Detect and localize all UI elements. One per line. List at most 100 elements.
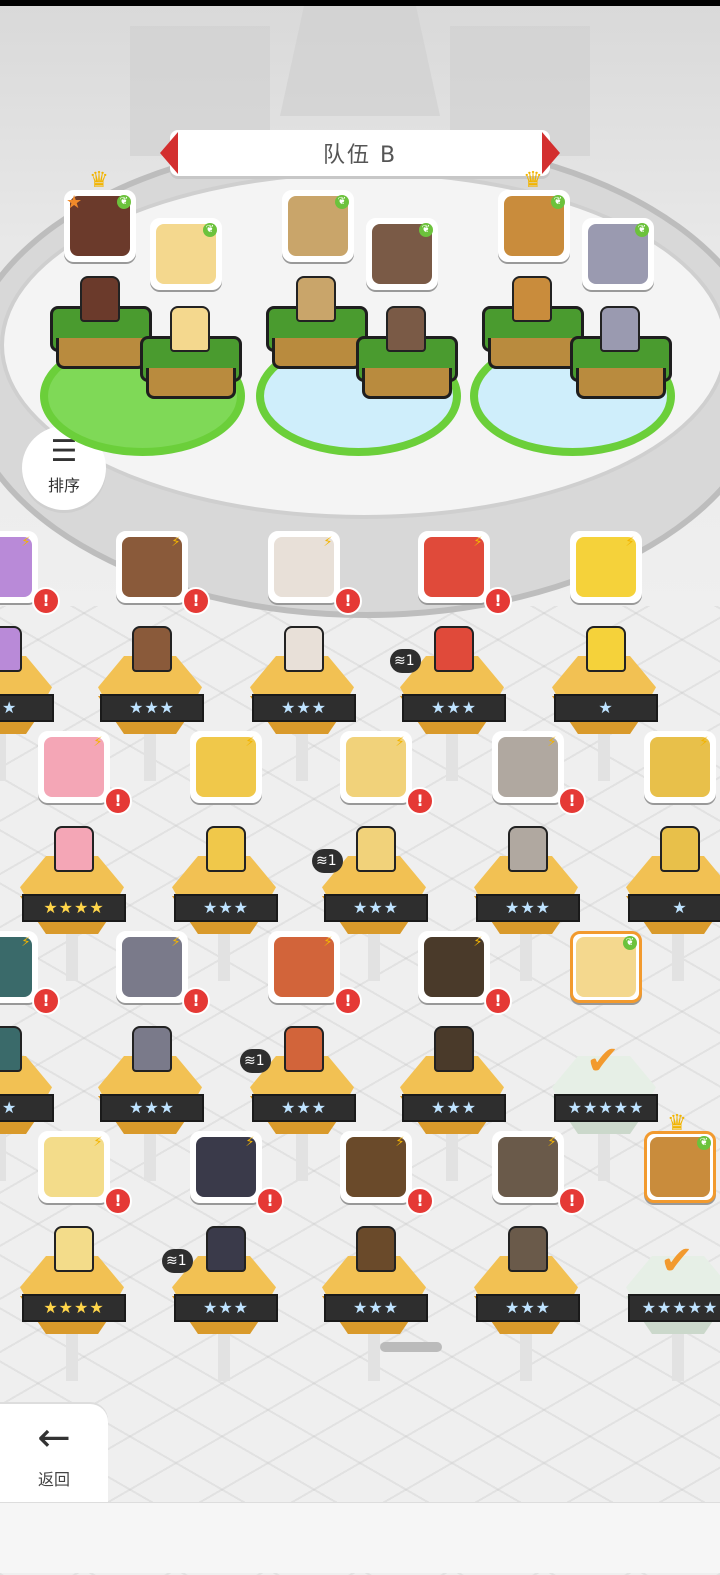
- hero-portrait[interactable]: ⚡: [116, 531, 188, 603]
- hero-portrait[interactable]: ⚡: [38, 1131, 110, 1203]
- star-rating: ★★: [0, 1094, 54, 1122]
- hero-portrait[interactable]: ⚡: [38, 731, 110, 803]
- hero-portrait[interactable]: ⚡: [570, 531, 642, 603]
- team-hero-portrait[interactable]: ❦: [282, 190, 354, 262]
- crown-icon: ♛: [523, 168, 543, 193]
- hero-portrait[interactable]: ⚡: [492, 1131, 564, 1203]
- hero-sprite: [80, 276, 120, 322]
- lightning-element-icon: ⚡: [473, 535, 483, 550]
- hero-portrait[interactable]: ⚡: [268, 531, 340, 603]
- hero-pedestal[interactable]: ★★★: [322, 1226, 428, 1334]
- hero-pedestal[interactable]: ★★: [0, 626, 54, 734]
- favorite-star-icon: ★: [66, 192, 83, 213]
- hero-pedestal[interactable]: ★★★: [400, 1026, 506, 1134]
- hero-portrait[interactable]: ⚡: [268, 931, 340, 1003]
- lightning-element-icon: ⚡: [625, 535, 635, 550]
- star-rating: ★★★: [324, 1294, 428, 1322]
- star-rating: ★★★★: [22, 1294, 126, 1322]
- crown-icon: ♛: [89, 168, 109, 193]
- pedestal-side: [56, 338, 146, 369]
- hero-portrait[interactable]: ⚡: [644, 731, 716, 803]
- hero-portrait[interactable]: ⚡: [340, 1131, 412, 1203]
- hero-sprite: [356, 1226, 396, 1272]
- sort-label: 排序: [47, 476, 80, 495]
- lightning-element-icon: ⚡: [171, 935, 181, 950]
- alert-badge-icon: !: [334, 587, 362, 615]
- arena-tower: [280, 6, 440, 116]
- next-team-arrow[interactable]: [542, 132, 560, 174]
- hero-portrait[interactable]: ⚡: [0, 531, 38, 603]
- team-pedestal: [140, 306, 242, 399]
- hero-portrait[interactable]: ⚡: [116, 931, 188, 1003]
- hero-portrait[interactable]: ❦: [644, 1131, 716, 1203]
- hero-pedestal[interactable]: ★★★: [474, 826, 580, 934]
- hero-pedestal[interactable]: ★★★: [98, 1026, 204, 1134]
- lightning-element-icon: ⚡: [547, 735, 557, 750]
- hero-pedestal[interactable]: ★: [552, 626, 658, 734]
- team-pedestal: [570, 306, 672, 399]
- hero-portrait[interactable]: ⚡: [418, 531, 490, 603]
- lightning-element-icon: ⚡: [323, 935, 333, 950]
- lightning-element-icon: ⚡: [21, 535, 31, 550]
- alert-badge-icon: !: [104, 1187, 132, 1215]
- lightning-element-icon: ⚡: [93, 735, 103, 750]
- hero-pedestal[interactable]: ★★★: [250, 626, 356, 734]
- star-rating: ★★: [0, 694, 54, 722]
- hero-sprite: [132, 626, 172, 672]
- team-hero-portrait[interactable]: ❦: [582, 218, 654, 290]
- hero-sprite: [132, 1026, 172, 1072]
- hero-pedestal[interactable]: ★★: [0, 1026, 54, 1134]
- scroll-handle[interactable]: [380, 1342, 442, 1352]
- pedestal-side: [576, 368, 666, 399]
- pedestal-side: [488, 338, 578, 369]
- team-hero-portrait[interactable]: ❦: [366, 218, 438, 290]
- pedestal-side: [272, 338, 362, 369]
- alert-badge-icon: !: [32, 587, 60, 615]
- star-rating: ★★★: [476, 1294, 580, 1322]
- lightning-element-icon: ⚡: [21, 935, 31, 950]
- hero-portrait[interactable]: ⚡: [190, 731, 262, 803]
- hero-pedestal[interactable]: ★★★: [98, 626, 204, 734]
- leaf-element-icon: ❦: [551, 195, 565, 209]
- leaf-element-icon: ❦: [117, 195, 131, 209]
- hero-pedestal[interactable]: ✔ ★★★★★: [552, 1038, 658, 1134]
- hero-portrait[interactable]: ❦: [570, 931, 642, 1003]
- checkmark-icon: ✔: [660, 1238, 694, 1284]
- star-rating: ★★★: [402, 694, 506, 722]
- star-rating: ★★★: [174, 1294, 278, 1322]
- hero-portrait[interactable]: ⚡: [190, 1131, 262, 1203]
- hero-portrait[interactable]: ⚡: [0, 931, 38, 1003]
- prev-team-arrow[interactable]: [160, 132, 178, 174]
- star-rating: ★★★: [252, 1094, 356, 1122]
- alert-badge-icon: !: [104, 787, 132, 815]
- star-rating: ★★★: [402, 1094, 506, 1122]
- leaf-element-icon: ❦: [635, 223, 649, 237]
- hero-pedestal[interactable]: ★★★★: [20, 1226, 126, 1334]
- star-rating: ★★★: [324, 894, 428, 922]
- hero-sprite: [586, 626, 626, 672]
- bottom-bar: [0, 1502, 720, 1573]
- alert-badge-icon: !: [558, 1187, 586, 1215]
- hero-pedestal[interactable]: ✔ ★★★★★: [626, 1238, 720, 1334]
- hero-pedestal[interactable]: ★★★★: [20, 826, 126, 934]
- hero-pedestal[interactable]: ★★★: [474, 1226, 580, 1334]
- checkmark-icon: ✔: [586, 1038, 620, 1084]
- hero-portrait[interactable]: ⚡: [340, 731, 412, 803]
- hero-sprite: [0, 1026, 22, 1072]
- hero-portrait[interactable]: ⚡: [418, 931, 490, 1003]
- hero-pedestal[interactable]: ★★★: [172, 826, 278, 934]
- back-button[interactable]: ← 返回: [0, 1404, 108, 1509]
- star-rating: ★★★: [100, 1094, 204, 1122]
- star-rating: ★★★★★: [554, 1094, 658, 1122]
- hero-portrait[interactable]: ⚡: [492, 731, 564, 803]
- lightning-element-icon: ⚡: [93, 1135, 103, 1150]
- hero-sprite: [508, 826, 548, 872]
- alert-badge-icon: !: [256, 1187, 284, 1215]
- team-hero-portrait[interactable]: ❦: [498, 190, 570, 262]
- leaf-element-icon: ❦: [697, 1136, 711, 1150]
- hero-pedestal[interactable]: ★: [626, 826, 720, 934]
- star-rating: ★: [628, 894, 720, 922]
- lightning-element-icon: ⚡: [171, 535, 181, 550]
- lightning-element-icon: ⚡: [547, 1135, 557, 1150]
- team-hero-portrait[interactable]: ❦: [150, 218, 222, 290]
